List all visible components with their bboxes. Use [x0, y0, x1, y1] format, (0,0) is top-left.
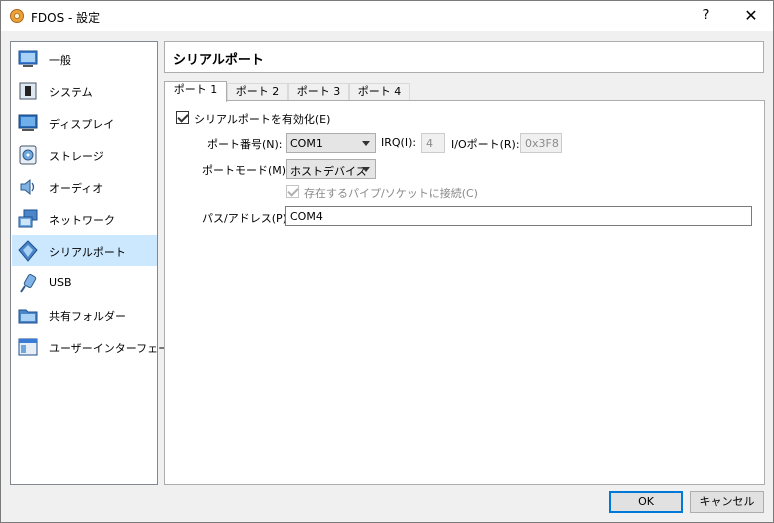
display-icon — [18, 114, 38, 131]
sidebar-item-label: 共有フォルダー — [49, 310, 126, 323]
sidebar-item-label: ユーザーインターフェース — [49, 342, 180, 355]
sidebar-item-label: ネットワーク — [49, 214, 115, 227]
sidebar-item-usb[interactable]: USB — [12, 267, 157, 298]
general-icon — [18, 50, 38, 67]
serial-port-icon — [18, 240, 38, 262]
settings-sidebar: 一般 システム ディスプレイ ストレージ オーディオ ネットワーク シリアルポー… — [10, 41, 180, 485]
port-mode-label: ポートモード(M): — [202, 164, 290, 177]
sidebar-item-label: 一般 — [49, 54, 71, 67]
window-title: FDOS - 設定 — [31, 11, 101, 25]
app-gear-icon — [10, 9, 24, 23]
system-icon — [19, 82, 37, 100]
close-button[interactable]: ✕ — [733, 1, 769, 31]
io-port-label: I/Oポート(R): — [451, 138, 520, 151]
port-number-select[interactable]: COM1 — [286, 133, 376, 153]
ok-button[interactable]: OK — [609, 491, 683, 513]
settings-window: FDOS - 設定 ? ✕ 一般 システム ディスプレイ ストレージ オーディオ… — [0, 0, 774, 523]
irq-value: 4 — [426, 137, 433, 150]
sidebar-item-network[interactable]: ネットワーク — [12, 203, 157, 234]
network-icon — [18, 209, 38, 228]
irq-field[interactable]: 4 — [421, 133, 445, 153]
port-mode-select[interactable]: ホストデバイス — [286, 159, 376, 179]
title-bar: FDOS - 設定 ? ✕ — [1, 1, 773, 31]
sidebar-item-serial-port[interactable]: シリアルポート — [12, 235, 157, 266]
sidebar-item-label: シリアルポート — [49, 246, 126, 259]
path-address-input[interactable]: COM4 — [285, 206, 752, 226]
section-title: シリアルポート — [173, 53, 264, 68]
port-number-value: COM1 — [290, 137, 323, 150]
storage-icon — [19, 145, 37, 165]
path-address-value: COM4 — [290, 210, 323, 223]
io-port-value: 0x3F8 — [525, 137, 559, 150]
sidebar-item-label: オーディオ — [49, 182, 104, 195]
usb-icon — [20, 274, 37, 293]
sidebar-item-audio[interactable]: オーディオ — [12, 171, 157, 202]
audio-icon — [20, 178, 35, 196]
port-mode-value: ホストデバイス — [290, 165, 367, 178]
sidebar-item-label: ストレージ — [49, 150, 104, 163]
sidebar-item-system[interactable]: システム — [12, 75, 157, 106]
tab-port-3[interactable]: ポート 3 — [288, 83, 349, 101]
sidebar-item-label: ディスプレイ — [49, 118, 115, 131]
tab-port-2[interactable]: ポート 2 — [227, 83, 288, 101]
enable-serial-port-label: シリアルポートを有効化(E) — [194, 113, 331, 126]
connect-existing-checkbox[interactable] — [286, 185, 299, 198]
help-button[interactable]: ? — [691, 1, 721, 31]
section-header: シリアルポート — [164, 41, 764, 73]
port-number-label: ポート番号(N): — [207, 138, 283, 151]
sidebar-item-user-interface[interactable]: ユーザーインターフェース — [12, 331, 180, 362]
sidebar-item-shared-folders[interactable]: 共有フォルダー — [12, 299, 157, 330]
chevron-down-icon — [362, 141, 370, 146]
enable-serial-port-checkbox[interactable] — [176, 111, 189, 124]
connect-existing-label: 存在するパイプ/ソケットに接続(C) — [304, 187, 478, 200]
port-settings-panel: シリアルポートを有効化(E) ポート番号(N): COM1 IRQ(I): 4 … — [164, 100, 765, 485]
io-port-field[interactable]: 0x3F8 — [520, 133, 562, 153]
sidebar-item-label: USB — [49, 276, 72, 289]
sidebar-item-label: システム — [49, 86, 93, 99]
sidebar-item-display[interactable]: ディスプレイ — [12, 107, 157, 138]
chevron-down-icon — [362, 167, 370, 172]
tab-port-4[interactable]: ポート 4 — [349, 83, 410, 101]
sidebar-item-general[interactable]: 一般 — [12, 43, 157, 74]
irq-label: IRQ(I): — [381, 136, 417, 149]
path-address-label: パス/アドレス(P): — [202, 212, 291, 225]
cancel-button[interactable]: キャンセル — [690, 491, 764, 513]
user-interface-icon — [18, 338, 38, 356]
tab-port-1[interactable]: ポート 1 — [164, 81, 227, 102]
shared-folder-icon — [18, 309, 38, 324]
sidebar-item-storage[interactable]: ストレージ — [12, 139, 157, 170]
